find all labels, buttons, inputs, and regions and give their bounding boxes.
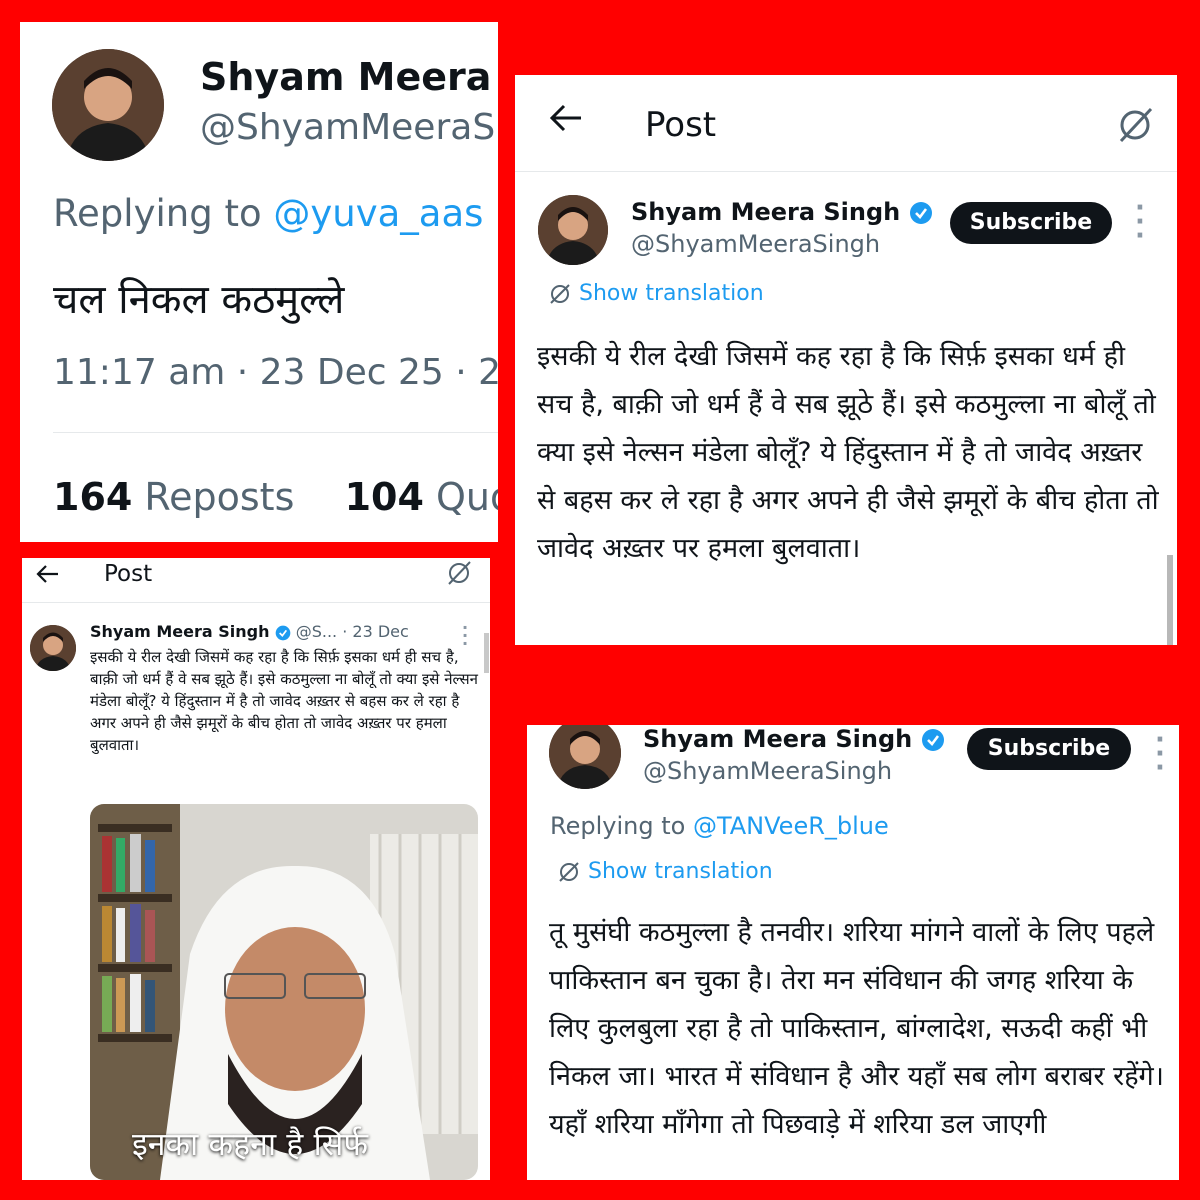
- avatar[interactable]: [549, 725, 621, 789]
- back-arrow-icon[interactable]: [36, 564, 60, 588]
- replying-prefix: Replying to: [550, 812, 686, 840]
- avatar[interactable]: [538, 195, 608, 265]
- avatar-image: [538, 195, 608, 265]
- subscribe-button[interactable]: Subscribe: [950, 202, 1112, 244]
- header-divider: [22, 602, 490, 603]
- panel-reply-post: Shyam Meera Singh @ShyamMeeraSingh Subsc…: [527, 725, 1179, 1180]
- header-title: Post: [104, 561, 153, 587]
- author-name-row: Shyam Meera Singh: [631, 198, 933, 226]
- tweet-text: चल निकल कठमुल्ले: [53, 277, 345, 323]
- header-divider: [515, 171, 1177, 172]
- back-arrow-icon[interactable]: [549, 103, 583, 137]
- verified-badge-icon: [275, 625, 290, 640]
- subscribe-button[interactable]: Subscribe: [967, 728, 1131, 770]
- video-caption: इनका कहना है सिर्फ: [132, 1125, 369, 1163]
- more-options-icon[interactable]: · · ·: [1155, 727, 1165, 781]
- more-options-icon[interactable]: · · ·: [1135, 195, 1145, 249]
- tweet-timestamp[interactable]: 11:17 am · 23 Dec 25 · 2: [53, 352, 498, 393]
- no-translate-icon[interactable]: [446, 560, 472, 590]
- panel-post-detail: Post Shyam Meera Singh @ShyamMeeraSingh …: [515, 75, 1177, 645]
- quotes-label[interactable]: Quo: [436, 475, 498, 519]
- author-row: Shyam Meera Singh @S... · 23 Dec: [90, 622, 409, 641]
- post-text: इसकी ये रील देखी जिसमें कह रहा है कि सिर…: [537, 341, 1159, 564]
- stats-row: 164 Reposts 104 Quo: [53, 475, 498, 519]
- author-handle[interactable]: @ShyamMeeraS: [200, 107, 495, 148]
- panel-post-video: Post Shyam Meera Singh @S... · 23 Dec · ·…: [22, 558, 490, 1180]
- scrollbar[interactable]: [484, 633, 489, 673]
- author-handle[interactable]: @ShyamMeeraSingh: [631, 230, 880, 258]
- post-date[interactable]: · 23 Dec: [342, 622, 409, 641]
- verified-badge-icon: [909, 202, 932, 224]
- show-translation-link[interactable]: Show translation: [548, 281, 764, 306]
- scrollbar[interactable]: [1167, 555, 1173, 645]
- author-name[interactable]: Shyam Meera Si: [200, 55, 498, 99]
- translate-icon: [559, 862, 579, 882]
- author-name[interactable]: Shyam Meera Singh: [90, 622, 270, 641]
- author-name-row: Shyam Meera Singh: [643, 725, 945, 753]
- no-translate-icon[interactable]: [1115, 105, 1155, 149]
- divider: [53, 432, 498, 433]
- avatar-image: [52, 49, 164, 161]
- replying-prefix: Replying to: [53, 192, 262, 235]
- replying-handle-link[interactable]: @TANVeeR_blue: [693, 812, 889, 840]
- video-thumbnail[interactable]: इनका कहना है सिर्फ: [90, 804, 478, 1180]
- author-name[interactable]: Shyam Meera Singh: [643, 725, 912, 753]
- reposts-count[interactable]: 164: [53, 475, 132, 519]
- show-translation-link[interactable]: Show translation: [557, 859, 773, 884]
- author-name[interactable]: Shyam Meera Singh: [631, 198, 900, 226]
- panel-reply-tweet: Shyam Meera Si @ShyamMeeraS Replying to …: [20, 22, 498, 542]
- post-text: इसकी ये रील देखी जिसमें कह रहा है कि सिर…: [90, 648, 478, 754]
- reposts-label[interactable]: Reposts: [144, 475, 294, 519]
- avatar-image: [549, 725, 621, 789]
- header-title: Post: [645, 105, 717, 145]
- post-text: तू मुसंघी कठमुल्ला है तनवीर। शरिया मांगन…: [549, 917, 1164, 1140]
- author-handle[interactable]: @ShyamMeeraSingh: [643, 757, 892, 785]
- replying-to: Replying to @yuva_aas: [53, 192, 483, 235]
- avatar[interactable]: [52, 49, 164, 161]
- quotes-count[interactable]: 104: [345, 475, 424, 519]
- translate-icon: [550, 284, 570, 304]
- avatar-image: [30, 625, 76, 671]
- replying-handle-link[interactable]: @yuva_aas: [273, 192, 483, 235]
- author-handle[interactable]: @S...: [296, 622, 337, 641]
- replying-to: Replying to @TANVeeR_blue: [550, 812, 889, 840]
- verified-badge-icon: [921, 729, 944, 751]
- avatar[interactable]: [30, 625, 76, 671]
- more-options-icon[interactable]: · · ·: [462, 620, 468, 652]
